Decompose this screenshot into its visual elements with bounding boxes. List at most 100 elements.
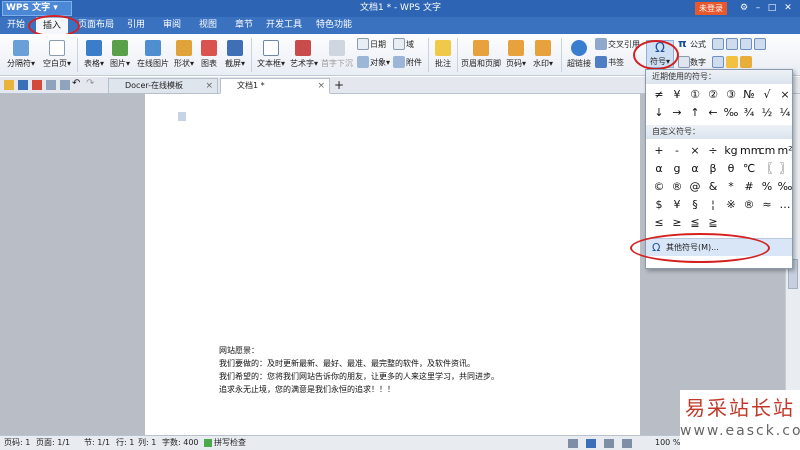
view-mode-icon[interactable] [586, 439, 596, 448]
symbol-cell[interactable]: ® [740, 196, 758, 214]
quick-tool-icon[interactable] [740, 56, 752, 68]
app-menu-button[interactable]: WPS 文字 ▾ [2, 1, 72, 16]
close-icon[interactable]: × [205, 79, 213, 93]
menu-home[interactable]: 开始 [2, 17, 30, 34]
menu-dev-tools[interactable]: 开发工具 [266, 17, 302, 34]
symbol-cell[interactable]: * [722, 178, 740, 196]
symbol-cell[interactable]: ≠ [650, 86, 668, 104]
chart-button[interactable]: 图表 [198, 40, 220, 69]
page-break-button[interactable]: 分隔符▾ [4, 40, 38, 69]
symbol-cell[interactable]: ↓ [650, 104, 668, 122]
attachment-button[interactable]: 附件 [406, 57, 422, 68]
symbol-cell[interactable]: ≈ [758, 196, 776, 214]
symbol-cell[interactable]: § [686, 196, 704, 214]
close-icon[interactable]: ✕ [782, 2, 794, 14]
symbol-cell[interactable]: ↑ [686, 104, 704, 122]
symbol-cell[interactable]: α [686, 160, 704, 178]
field-button[interactable]: 域 [406, 39, 414, 50]
symbol-cell[interactable]: α [650, 160, 668, 178]
symbol-cell[interactable]: mm [740, 142, 761, 160]
symbol-cell[interactable]: - [668, 142, 686, 160]
minimize-icon[interactable]: – [752, 2, 764, 14]
quick-tool-icon[interactable] [712, 38, 724, 50]
table-button[interactable]: 表格▾ [82, 40, 106, 69]
symbol-cell[interactable]: × [686, 142, 704, 160]
status-spell-check[interactable]: 拼写检查 [214, 436, 246, 450]
symbol-cell[interactable]: kg [722, 142, 740, 160]
symbol-cell[interactable]: ¥ [668, 196, 686, 214]
symbol-cell[interactable]: ½ [758, 104, 776, 122]
symbol-cell[interactable]: √ [758, 86, 776, 104]
hyperlink-button[interactable]: 超链接 [566, 40, 592, 69]
symbol-cell[interactable]: ≧ [704, 214, 722, 232]
number-button[interactable]: 数字 [690, 57, 706, 68]
menu-view[interactable]: 视图 [194, 17, 222, 34]
symbol-cell[interactable]: → [668, 104, 686, 122]
symbol-cell[interactable]: … [776, 196, 794, 214]
menu-chapter[interactable]: 章节 [230, 17, 258, 34]
new-tab-button[interactable]: + [334, 77, 344, 93]
save-icon[interactable] [18, 80, 28, 90]
symbol-cell[interactable]: 〖 [758, 160, 776, 178]
close-icon[interactable]: × [317, 79, 325, 93]
watermark-button[interactable]: 水印▾ [531, 40, 555, 69]
page-number-button[interactable]: 页码▾ [504, 40, 528, 69]
screenshot-button[interactable]: 截屏▾ [222, 40, 248, 69]
settings-icon[interactable]: ⚙ [738, 2, 750, 14]
preview-icon[interactable] [60, 80, 70, 90]
pdf-icon[interactable] [32, 80, 42, 90]
symbol-cell[interactable]: ← [704, 104, 722, 122]
symbol-cell[interactable]: ¼ [776, 104, 794, 122]
symbol-cell[interactable]: ≥ [668, 214, 686, 232]
maximize-icon[interactable]: □ [766, 2, 778, 14]
menu-features[interactable]: 特色功能 [316, 17, 352, 34]
symbol-cell[interactable]: + [650, 142, 668, 160]
picture-button[interactable]: 图片▾ [108, 40, 132, 69]
symbol-cell[interactable]: ® [668, 178, 686, 196]
symbol-cell[interactable]: ‰ [722, 104, 740, 122]
wordart-button[interactable]: 艺术字▾ [290, 40, 318, 69]
symbol-cell[interactable]: ③ [722, 86, 740, 104]
symbol-cell[interactable]: × [776, 86, 794, 104]
view-mode-icon[interactable] [622, 439, 632, 448]
symbol-cell[interactable]: m² [776, 142, 794, 160]
symbol-cell[interactable]: β [704, 160, 722, 178]
comment-button[interactable]: 批注 [432, 40, 454, 69]
formula-button[interactable]: 公式 [690, 39, 706, 50]
tab-docer[interactable]: Docer-在线模板 × [108, 78, 218, 94]
quick-tool-icon[interactable] [712, 56, 724, 68]
textbox-button[interactable]: 文本框▾ [256, 40, 286, 69]
symbol-cell[interactable]: & [704, 178, 722, 196]
object-button[interactable]: 对象▾ [370, 57, 390, 68]
undo-icon[interactable]: ↶ [72, 78, 80, 89]
symbol-cell[interactable]: % [758, 178, 776, 196]
spell-check-icon[interactable] [204, 439, 212, 447]
drop-cap-button[interactable]: 首字下沉 [320, 40, 354, 69]
header-footer-button[interactable]: 页眉和页脚 [461, 40, 501, 69]
symbol-cell[interactable]: ≤ [650, 214, 668, 232]
symbol-cell[interactable]: ① [686, 86, 704, 104]
symbol-cell[interactable]: $ [650, 196, 668, 214]
symbol-cell[interactable]: ℃ [740, 160, 758, 178]
symbol-cell[interactable]: # [740, 178, 758, 196]
symbol-cell[interactable]: @ [686, 178, 704, 196]
bookmark-button[interactable]: 书签 [608, 57, 624, 68]
menu-page-layout[interactable]: 页面布局 [78, 17, 114, 34]
symbol-cell[interactable]: ¥ [668, 86, 686, 104]
view-mode-icon[interactable] [568, 439, 578, 448]
symbol-cell[interactable]: ¦ [704, 196, 722, 214]
quick-tool-icon[interactable] [740, 38, 752, 50]
symbol-cell[interactable]: ※ [722, 196, 740, 214]
tab-document1[interactable]: 文档1 * × [220, 78, 330, 94]
quick-tool-icon[interactable] [726, 38, 738, 50]
date-button[interactable]: 日期 [370, 39, 386, 50]
print-icon[interactable] [46, 80, 56, 90]
view-mode-icon[interactable] [604, 439, 614, 448]
menu-review[interactable]: 审阅 [158, 17, 186, 34]
symbol-cell[interactable]: cm [758, 142, 776, 160]
menu-references[interactable]: 引用 [122, 17, 150, 34]
symbol-cell[interactable]: ÷ [704, 142, 722, 160]
online-picture-button[interactable]: 在线图片 [136, 40, 170, 69]
symbol-cell[interactable]: ¾ [740, 104, 758, 122]
zoom-level[interactable]: 100 % [655, 436, 680, 450]
